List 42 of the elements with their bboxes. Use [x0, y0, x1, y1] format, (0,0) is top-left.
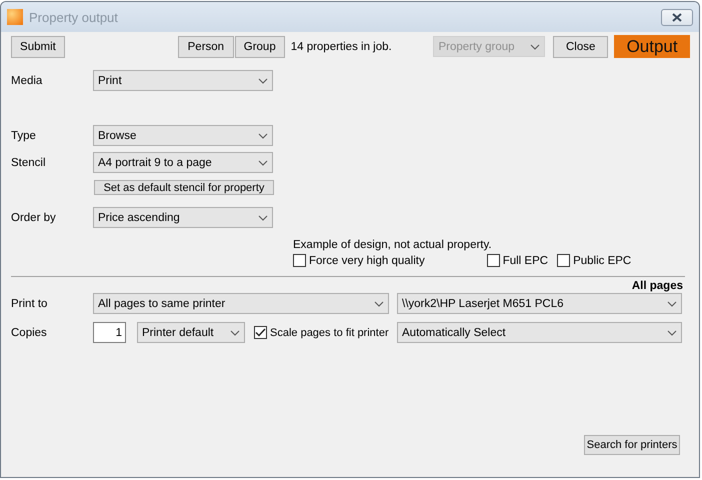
- output-button[interactable]: Output: [614, 35, 690, 58]
- window-title: Property output: [29, 10, 119, 24]
- dropdown[interactable]: \\york2\HP Laserjet M651 PCL6: [397, 293, 682, 314]
- caret-icon: [530, 44, 540, 50]
- dropdown[interactable]: All pages to same printer: [93, 293, 389, 314]
- caret-icon: [374, 300, 384, 306]
- field-label: Media: [11, 74, 44, 86]
- field-label: Copies: [11, 326, 48, 338]
- check-icon: [255, 328, 266, 337]
- person-button[interactable]: Person: [178, 36, 234, 58]
- dropdown[interactable]: Automatically Select: [397, 322, 682, 343]
- group-button[interactable]: Group: [234, 36, 285, 58]
- close-icon[interactable]: [661, 8, 693, 26]
- dropdown[interactable]: Price ascending: [93, 207, 273, 228]
- dropdown[interactable]: A4 portrait 9 to a page: [93, 152, 273, 173]
- dropdown[interactable]: Browse: [93, 125, 273, 146]
- checkbox[interactable]: Force very high quality: [293, 254, 425, 267]
- checkbox[interactable]: Scale pages to fit printer: [254, 326, 389, 339]
- field-label: Stencil: [11, 156, 47, 168]
- app-icon: [7, 9, 23, 25]
- caret-icon: [230, 330, 240, 336]
- submit-button[interactable]: Submit: [11, 36, 65, 58]
- caret-icon: [258, 132, 268, 138]
- copies-field[interactable]: 1: [93, 322, 126, 343]
- search-printers-button[interactable]: Search for printers: [584, 435, 680, 455]
- caret-icon: [667, 300, 677, 306]
- example-note: Example of design, not actual property.: [293, 239, 492, 251]
- property-count: 14 properties in job.: [290, 40, 393, 52]
- field-label: Type: [11, 130, 37, 142]
- close-button[interactable]: Close: [553, 36, 608, 58]
- set-default-button[interactable]: Set as default stencil for property: [94, 180, 274, 195]
- caret-icon: [258, 78, 268, 84]
- checkbox[interactable]: Public EPC: [557, 254, 632, 267]
- checkbox[interactable]: Full EPC: [486, 254, 548, 267]
- section-heading: All pages: [632, 280, 683, 292]
- field-label: Print to: [11, 298, 48, 310]
- caret-icon: [258, 214, 268, 220]
- field-label: Order by: [11, 212, 57, 224]
- caret-icon: [258, 160, 268, 166]
- dropdown[interactable]: Printer default: [137, 322, 245, 343]
- dropdown[interactable]: Print: [93, 70, 273, 91]
- caret-icon: [667, 330, 677, 336]
